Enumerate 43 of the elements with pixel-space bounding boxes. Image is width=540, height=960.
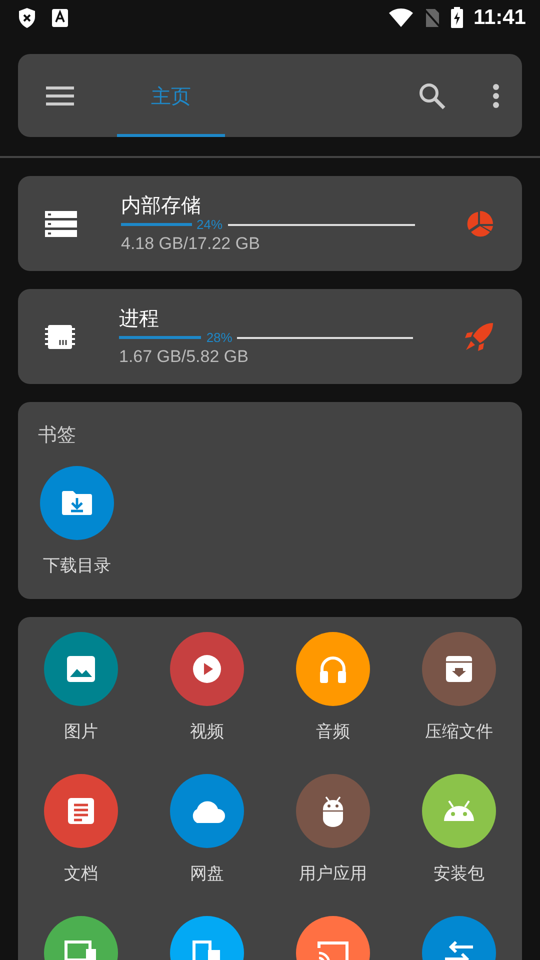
usage-card[interactable]: 内部存储 24% 4.18 GB/17.22 GB <box>18 176 522 271</box>
pie-chart-icon[interactable] <box>466 210 494 238</box>
keyboard-icon <box>51 8 69 28</box>
transfer-arrows-icon <box>443 940 475 960</box>
android-icon <box>443 800 475 822</box>
rocket-icon[interactable] <box>464 322 494 352</box>
devices-icon <box>192 940 222 960</box>
card-title: 进程 <box>119 304 160 330</box>
headphones-icon <box>318 654 348 684</box>
archive-icon <box>445 655 473 683</box>
wifi-icon <box>388 8 414 28</box>
storage-icon <box>45 210 77 236</box>
category-label: 音频 <box>316 721 350 743</box>
category-label: 图片 <box>64 721 98 743</box>
category-label: 视频 <box>190 721 224 743</box>
category-label: 安装包 <box>434 863 484 885</box>
usage-text: 4.18 GB/17.22 GB <box>121 232 261 254</box>
usage-card[interactable]: 进程 28% 1.67 GB/5.82 GB <box>18 289 522 384</box>
shield-icon <box>17 7 37 29</box>
battery-charging-icon <box>450 7 464 29</box>
usage-text: 1.67 GB/5.82 GB <box>119 346 250 368</box>
percent-label: 24% <box>196 217 224 232</box>
document-icon <box>67 797 95 825</box>
bookmark-label: 下载目录 <box>43 555 111 577</box>
cast-icon <box>316 940 350 960</box>
category-label: 网盘 <box>190 863 224 885</box>
devices-icon <box>64 940 98 960</box>
percent-label: 28% <box>205 330 234 345</box>
download-folder-icon <box>61 490 93 516</box>
more-options-icon[interactable] <box>492 82 500 108</box>
menu-icon[interactable] <box>45 84 75 106</box>
section-title: 书签 <box>38 423 77 448</box>
android-icon <box>321 795 345 827</box>
clock-time: 11:41 <box>473 6 526 30</box>
card-title: 内部存储 <box>121 192 202 218</box>
chip-icon <box>45 324 75 350</box>
image-icon <box>66 655 96 683</box>
search-icon[interactable] <box>418 82 446 110</box>
no-sim-icon <box>423 8 442 28</box>
category-label: 用户应用 <box>299 863 367 885</box>
play-icon <box>192 654 222 684</box>
category-label: 压缩文件 <box>425 721 493 743</box>
category-label: 文档 <box>64 863 98 885</box>
